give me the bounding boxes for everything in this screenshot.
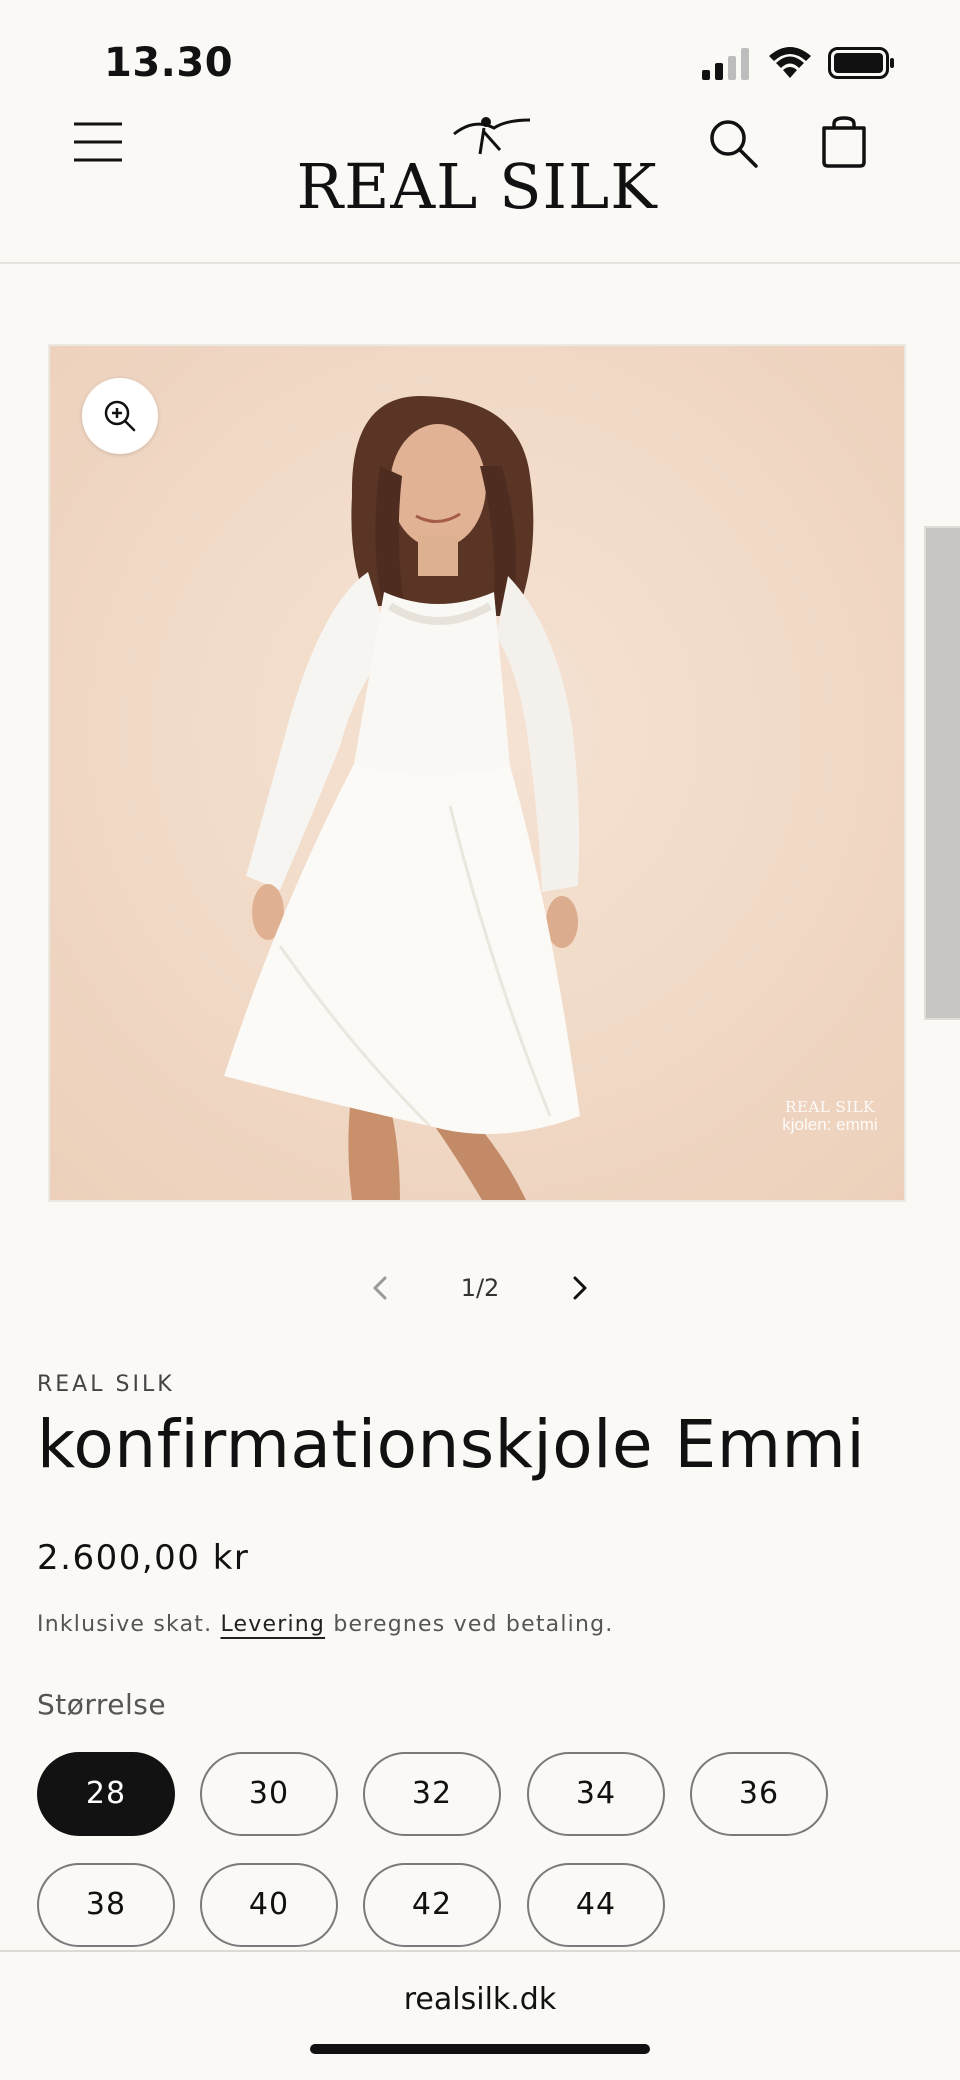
size-option-40[interactable]: 40 — [200, 1863, 338, 1947]
status-bar: 13.30 — [0, 0, 960, 110]
tax-note: Inklusive skat. Levering beregnes ved be… — [37, 1612, 613, 1637]
zoom-in-icon — [104, 400, 136, 432]
wifi-icon — [769, 47, 811, 78]
cellular-signal-icon — [702, 48, 749, 80]
size-option-36[interactable]: 36 — [690, 1752, 828, 1836]
watermark-brand: REAL SILK — [785, 1098, 875, 1116]
image-watermark: REAL SILK kjolen: emmi — [770, 1098, 890, 1134]
tax-note-prefix: Inklusive skat. — [37, 1612, 213, 1637]
status-time: 13.30 — [104, 40, 234, 86]
watermark-caption: kjolen: emmi — [782, 1115, 878, 1134]
home-indicator — [310, 2044, 650, 2054]
search-icon[interactable] — [706, 116, 762, 172]
product-vendor: REAL SILK — [37, 1372, 175, 1397]
site-logo[interactable]: REAL SILK — [292, 110, 662, 230]
size-option-28[interactable]: 28 — [37, 1752, 175, 1836]
shopping-bag-icon[interactable] — [816, 114, 872, 170]
slide-counter: 1/2 — [460, 1274, 500, 1302]
zoom-button[interactable] — [82, 378, 158, 454]
size-label: Størrelse — [37, 1688, 167, 1721]
gallery-pagination: 1/2 — [355, 1262, 605, 1314]
battery-icon — [828, 47, 894, 79]
url-text: realsilk.dk — [403, 1982, 557, 2017]
chevron-left-icon[interactable] — [355, 1262, 407, 1314]
size-option-30[interactable]: 30 — [200, 1752, 338, 1836]
product-image[interactable] — [48, 344, 906, 1202]
tax-note-suffix: beregnes ved betaling. — [333, 1612, 614, 1637]
product-title: konfirmationskjole Emmi — [37, 1406, 866, 1483]
size-option-32[interactable]: 32 — [363, 1752, 501, 1836]
chevron-right-icon[interactable] — [553, 1262, 605, 1314]
size-option-44[interactable]: 44 — [527, 1863, 665, 1947]
hamburger-menu-icon[interactable] — [72, 120, 124, 164]
size-option-42[interactable]: 42 — [363, 1863, 501, 1947]
product-price: 2.600,00 kr — [37, 1538, 250, 1578]
size-option-34[interactable]: 34 — [527, 1752, 665, 1836]
dress-model-illustration — [50, 346, 904, 1200]
logo-wordmark: REAL SILK — [296, 150, 658, 223]
shipping-link[interactable]: Levering — [220, 1612, 325, 1637]
browser-address-bar[interactable]: realsilk.dk — [0, 1950, 960, 2080]
next-image-preview[interactable] — [924, 526, 960, 1020]
size-option-38[interactable]: 38 — [37, 1863, 175, 1947]
